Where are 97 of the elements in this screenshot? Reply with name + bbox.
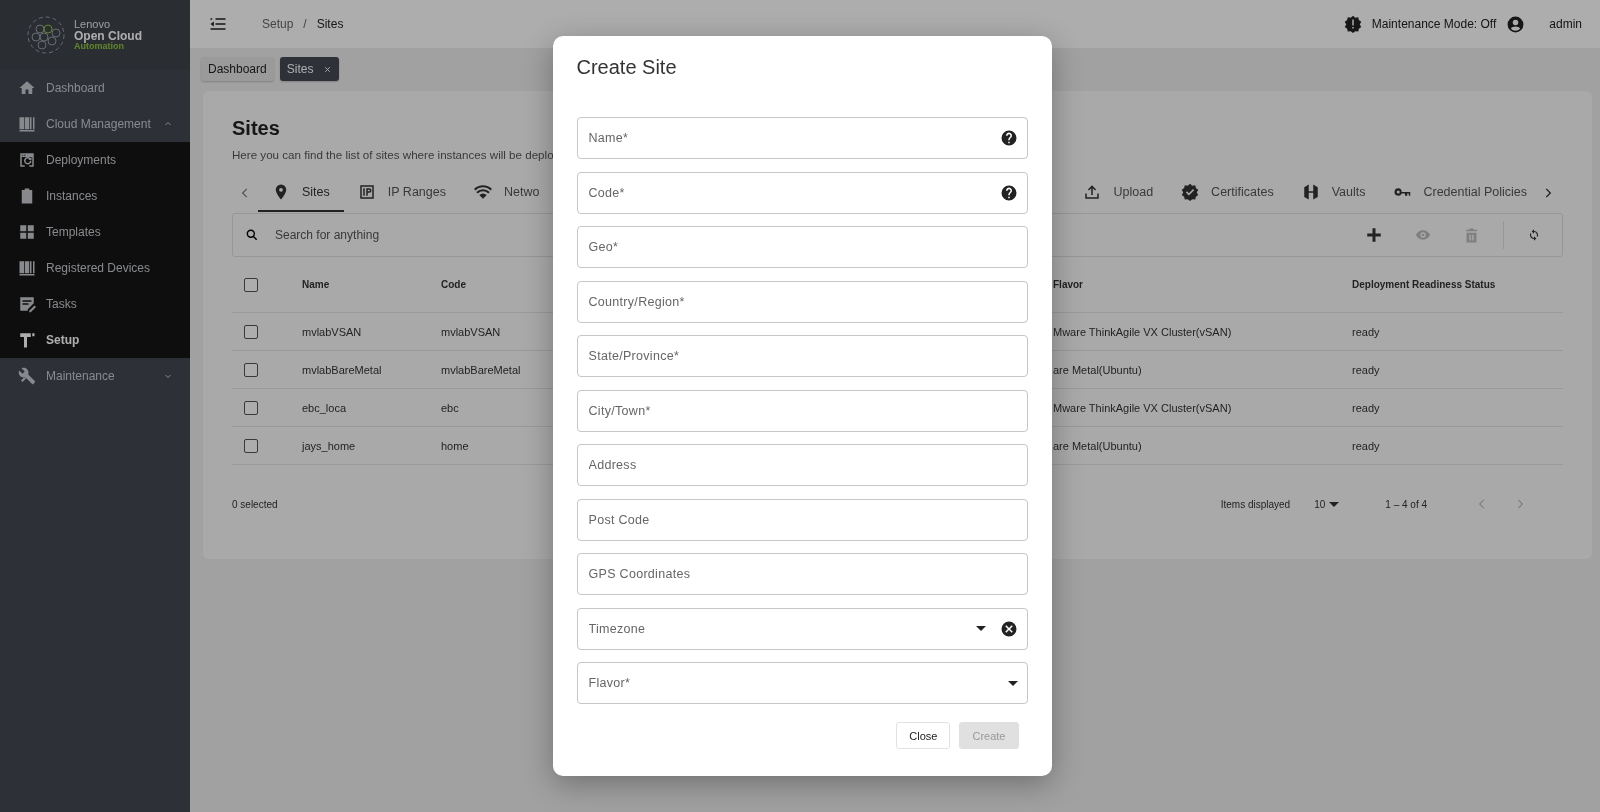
- table-cell: home: [441, 439, 469, 452]
- note-edit-icon: [18, 295, 36, 313]
- dropdown-caret-icon: [1329, 501, 1340, 507]
- sidebar-item[interactable]: Templates: [0, 214, 190, 250]
- page-range: 1 – 4 of 4: [1385, 498, 1427, 510]
- table-cell: mvlabBareMetal: [441, 363, 521, 376]
- column-header[interactable]: Name: [302, 279, 330, 290]
- rack-icon: [18, 115, 36, 133]
- help-icon: [999, 129, 1018, 147]
- logo-text: Open Cloud: [74, 30, 142, 42]
- alert-badge-icon: [1343, 15, 1362, 33]
- table-cell: are Metal(Ubuntu): [1053, 363, 1142, 376]
- home-icon: [18, 79, 36, 97]
- wifi-icon: [473, 183, 492, 201]
- eye-icon: [1415, 227, 1431, 243]
- table-cell: mvlabVSAN: [302, 325, 362, 338]
- sidebar-item[interactable]: Maintenance: [0, 358, 190, 394]
- close-icon: [323, 64, 333, 74]
- dropdown-field[interactable]: Timezone: [576, 607, 1028, 650]
- maintenance-status: Maintenance Mode: Off: [1371, 17, 1497, 31]
- dropdown-field[interactable]: Flavor*: [576, 662, 1028, 704]
- breadcrumb-item: Sites: [316, 17, 344, 31]
- text-field[interactable]: Code*: [576, 171, 1028, 214]
- tab[interactable]: IP Ranges: [343, 174, 460, 212]
- ip-icon: [357, 183, 376, 201]
- row-checkbox[interactable]: [244, 362, 258, 377]
- breadcrumb-item[interactable]: Setup: [262, 17, 294, 31]
- user-name[interactable]: admin: [1549, 17, 1582, 31]
- sidebar-item[interactable]: Cloud Management: [0, 106, 190, 142]
- clear-icon: [999, 619, 1018, 638]
- text-field[interactable]: Name*: [576, 117, 1028, 159]
- grid-icon: [18, 223, 36, 241]
- column-header[interactable]: Code: [441, 279, 466, 290]
- tab[interactable]: Credential Policies: [1379, 174, 1541, 212]
- tab[interactable]: Vaults: [1287, 174, 1380, 212]
- text-field[interactable]: Address: [576, 444, 1028, 486]
- table-cell: ready: [1352, 439, 1380, 452]
- text-field[interactable]: Geo*: [576, 226, 1028, 268]
- sidebar-item[interactable]: Dashboard: [0, 70, 190, 106]
- verified-badge-icon: [1181, 183, 1200, 201]
- tab[interactable]: Netwo: [459, 174, 554, 212]
- table-cell: ready: [1352, 325, 1380, 338]
- account-icon: [1506, 14, 1526, 34]
- text-field[interactable]: Country/Region*: [576, 280, 1028, 323]
- sidebar-item[interactable]: Tasks: [0, 286, 190, 322]
- wrench-icon: [18, 367, 36, 385]
- table-cell: mvlabVSAN: [441, 325, 501, 338]
- page-title: Sites: [232, 117, 280, 140]
- tab[interactable]: Upload: [1069, 174, 1168, 212]
- table-cell: Mware ThinkAgile VX Cluster(vSAN): [1053, 401, 1232, 414]
- table-cell: ready: [1352, 363, 1380, 376]
- open-page-tab[interactable]: Dashboard: [201, 57, 274, 81]
- dialog-title: Create Site: [576, 56, 678, 79]
- page-size-select[interactable]: 10: [1314, 498, 1340, 510]
- selection-count: 0 selected: [232, 498, 278, 510]
- sidebar-item[interactable]: Deployments: [0, 142, 190, 178]
- text-field[interactable]: Post Code: [576, 498, 1028, 541]
- sidebar-item[interactable]: Instances: [0, 178, 190, 214]
- page-size-label: Items displayed: [1220, 498, 1291, 510]
- help-icon: [999, 183, 1018, 202]
- sidebar-item[interactable]: Setup: [0, 322, 190, 358]
- search-icon: [245, 228, 259, 242]
- select-all-checkbox[interactable]: [244, 277, 258, 292]
- refresh-icon: [1527, 228, 1541, 242]
- table-cell: ebc: [441, 401, 459, 414]
- text-field[interactable]: City/Town*: [576, 389, 1028, 432]
- hexagon-icon: [1301, 183, 1320, 201]
- table-cell: are Metal(Ubuntu): [1053, 439, 1142, 452]
- column-header[interactable]: Deployment Readiness Status: [1352, 279, 1496, 290]
- text-field[interactable]: GPS Coordinates: [576, 553, 1028, 595]
- sidebar-item[interactable]: Registered Devices: [0, 250, 190, 286]
- tab[interactable]: Certificates: [1167, 174, 1288, 212]
- table-cell: ebc_loca: [302, 401, 347, 414]
- dropdown-caret-icon: [975, 626, 986, 631]
- row-checkbox[interactable]: [244, 324, 258, 339]
- close-button[interactable]: Close: [896, 722, 951, 749]
- upload-icon: [1083, 183, 1102, 201]
- hammer-icon: [18, 331, 36, 349]
- logo-text: Lenovo: [74, 19, 112, 30]
- table-cell: jays_home: [302, 439, 356, 452]
- column-header[interactable]: Flavor: [1053, 279, 1083, 290]
- row-checkbox[interactable]: [244, 438, 258, 453]
- rack-icon: [18, 259, 36, 277]
- table-cell: ready: [1352, 401, 1380, 414]
- window-icon: [18, 151, 36, 169]
- trash-icon: [1463, 226, 1480, 244]
- page-description: Here you can find the list of sites where instances will be deplo: [232, 148, 554, 161]
- row-checkbox[interactable]: [244, 400, 258, 415]
- text-field[interactable]: State/Province*: [576, 335, 1028, 377]
- dropdown-caret-icon: [1007, 680, 1018, 686]
- breadcrumb-separator: /: [303, 17, 307, 31]
- table-cell: Mware ThinkAgile VX Cluster(vSAN): [1053, 325, 1232, 338]
- globe-logo-icon: [24, 13, 68, 57]
- table-cell: mvlabBareMetal: [302, 363, 382, 376]
- add-icon: [1365, 226, 1383, 244]
- open-page-tab[interactable]: Sites: [279, 57, 340, 81]
- logo-text: Automation: [74, 42, 125, 51]
